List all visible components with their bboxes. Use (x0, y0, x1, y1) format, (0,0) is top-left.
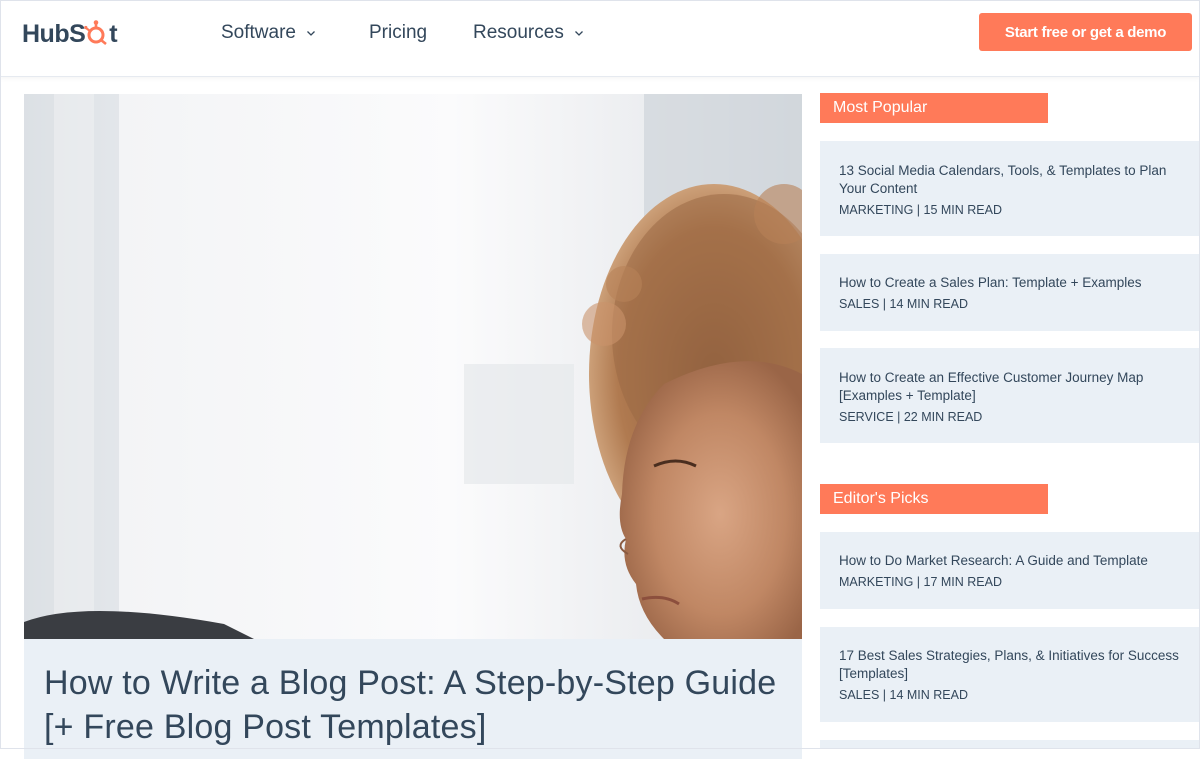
site-header: HubS t Software Pricing Resources Start … (0, 0, 1200, 77)
sprocket-icon (84, 20, 108, 46)
chevron-down-icon (574, 31, 583, 36)
editors-picks-heading: Editor's Picks (820, 484, 1048, 514)
nav-pricing-label: Pricing (369, 22, 428, 43)
card-title[interactable]: How to Create a Sales Plan: Template + E… (839, 274, 1179, 292)
card-title[interactable]: 17 Best Sales Strategies, Plans, & Initi… (839, 647, 1179, 683)
nav-pricing[interactable]: Pricing (369, 22, 427, 44)
article-title[interactable]: How to Write a Blog Post: A Step-by-Step… (44, 661, 784, 749)
article-title-box: How to Write a Blog Post: A Step-by-Step… (24, 639, 802, 759)
most-popular-heading: Most Popular (820, 93, 1048, 123)
chevron-down-icon (307, 31, 315, 36)
popular-card-2[interactable]: How to Create a Sales Plan: Template + E… (820, 254, 1200, 331)
popular-card-3[interactable]: How to Create an Effective Customer Jour… (820, 348, 1200, 443)
logo-text-start: HubS (22, 19, 86, 48)
card-meta: MARKETING | 15 MIN READ (839, 203, 1002, 217)
card-meta: SALES | 14 MIN READ (839, 297, 968, 311)
popular-card-1[interactable]: 13 Social Media Calendars, Tools, & Temp… (820, 141, 1200, 236)
nav-software[interactable]: Software (221, 22, 316, 44)
logo-text-end: t (109, 19, 118, 48)
card-title[interactable]: 13 Social Media Calendars, Tools, & Temp… (839, 162, 1179, 198)
start-free-demo-button[interactable]: Start free or get a demo (979, 13, 1192, 51)
card-title[interactable]: How to Do Market Research: A Guide and T… (839, 552, 1179, 570)
nav-resources[interactable]: Resources (473, 22, 584, 44)
card-meta: SALES | 14 MIN READ (839, 688, 968, 702)
card-title[interactable]: How to Create an Effective Customer Jour… (839, 369, 1179, 405)
hero-photo (24, 94, 802, 639)
hubspot-logo[interactable]: HubS t (22, 14, 118, 54)
hero-image (24, 94, 802, 639)
editors-card-2[interactable]: 17 Best Sales Strategies, Plans, & Initi… (820, 627, 1200, 722)
nav-software-label: Software (221, 22, 296, 43)
nav-resources-label: Resources (473, 22, 564, 43)
card-meta: MARKETING | 17 MIN READ (839, 575, 1002, 589)
card-meta: SERVICE | 22 MIN READ (839, 410, 983, 424)
editors-card-1[interactable]: How to Do Market Research: A Guide and T… (820, 532, 1200, 609)
editors-card-3-partial[interactable] (820, 740, 1200, 749)
